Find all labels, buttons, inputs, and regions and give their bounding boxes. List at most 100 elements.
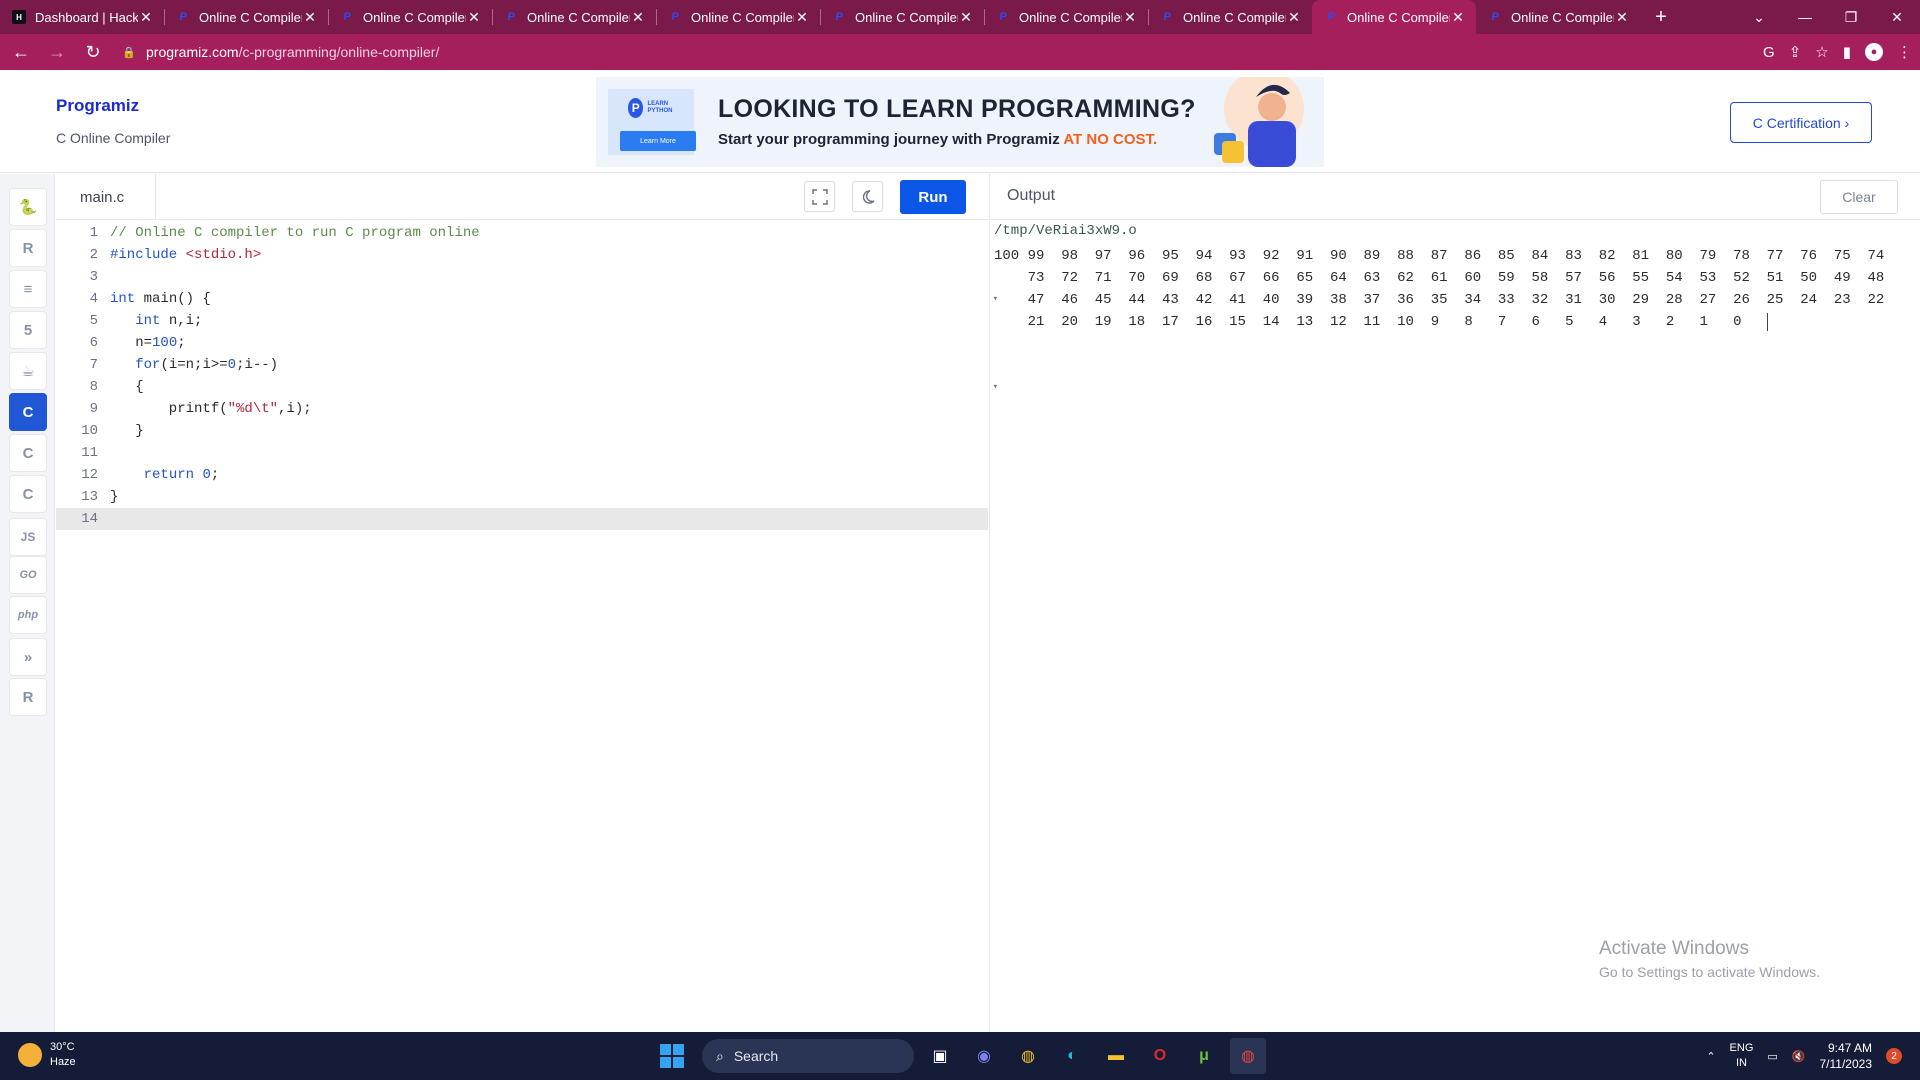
speaker-muted-icon[interactable]: 🔇	[1792, 1050, 1806, 1063]
network-icon[interactable]: ▭	[1767, 1050, 1777, 1063]
browser-tab[interactable]: P Online C Compiler ✕	[656, 0, 820, 34]
language-javascript-icon[interactable]: JS	[9, 518, 47, 556]
forward-button[interactable]: →	[42, 42, 72, 63]
output-value: 17	[1161, 314, 1179, 330]
tab-close-icon[interactable]: ✕	[1122, 9, 1138, 26]
language-csharp-icon[interactable]: C	[9, 475, 47, 513]
language-sql-icon[interactable]: ≡	[9, 270, 47, 308]
code-line[interactable]: 14	[56, 508, 988, 530]
restore-button[interactable]: ❐	[1828, 9, 1874, 26]
language-html-icon[interactable]: 5	[9, 311, 47, 349]
clear-button[interactable]: Clear	[1820, 180, 1898, 214]
browser-tab-title: Online C Compiler	[199, 9, 302, 25]
browser-tab[interactable]: P Online C Compiler ✕	[328, 0, 492, 34]
tray-overflow-chevron-icon[interactable]: ⌃	[1706, 1050, 1715, 1063]
address-bar[interactable]: 🔒 programiz.com/c-programming/online-com…	[122, 38, 1682, 66]
language-php-icon[interactable]: php	[9, 596, 47, 634]
taskbar-search[interactable]: ⌕ Search	[702, 1039, 914, 1073]
dark-mode-button[interactable]	[852, 181, 883, 212]
code-line[interactable]: 9 printf("%d\t",i);	[56, 398, 988, 420]
utorrent-icon[interactable]: μ	[1186, 1038, 1222, 1074]
language-swift-icon[interactable]: »	[9, 638, 47, 676]
tab-close-icon[interactable]: ✕	[466, 9, 482, 26]
output-value: 91	[1296, 248, 1314, 264]
language-rust-icon[interactable]: R	[9, 678, 47, 716]
tab-close-icon[interactable]: ✕	[630, 9, 646, 26]
browser-tab[interactable]: P Online C Compiler ✕	[1312, 0, 1476, 34]
ad-banner[interactable]: P LEARN PYTHON Learn More LOOKING TO LEA…	[596, 77, 1324, 167]
share-icon[interactable]: ⇪	[1789, 43, 1802, 61]
minimize-button[interactable]: —	[1782, 9, 1828, 25]
tab-search-icon[interactable]: ⌄	[1736, 9, 1782, 26]
code-line[interactable]: 5 int n,i;	[56, 310, 988, 332]
tab-close-icon[interactable]: ✕	[1286, 9, 1302, 26]
code-line[interactable]: 6 n=100;	[56, 332, 988, 354]
watermark-subtitle: Go to Settings to activate Windows.	[1599, 964, 1820, 980]
weather-widget[interactable]: 30°C Haze	[18, 1040, 76, 1070]
output-value: 89	[1363, 248, 1381, 264]
browser-toolbar: ← → ↻ 🔒 programiz.com/c-programming/onli…	[0, 34, 1920, 70]
programiz-logo[interactable]: Programiz	[56, 96, 139, 116]
language-python-icon[interactable]: 🐍	[9, 188, 47, 226]
tab-close-icon[interactable]: ✕	[302, 9, 318, 26]
code-line[interactable]: 13}	[56, 486, 988, 508]
side-panel-icon[interactable]: ▮	[1843, 43, 1851, 61]
learn-more-button[interactable]: Learn More	[620, 131, 696, 151]
language-r-icon[interactable]: R	[9, 229, 47, 267]
browser-tab[interactable]: P Online C Compiler ✕	[1476, 0, 1640, 34]
chrome-icon[interactable]: ◍	[1010, 1038, 1046, 1074]
language-cpp-icon[interactable]: C	[9, 434, 47, 472]
output-value: 52	[1733, 270, 1750, 286]
line-number: 9	[89, 401, 98, 417]
code-line[interactable]: 4 ▾ int main() {	[56, 288, 998, 310]
opera-icon[interactable]: O	[1142, 1038, 1178, 1074]
file-tab-main-c[interactable]: main.c	[56, 174, 156, 220]
new-tab-button[interactable]: +	[1646, 6, 1676, 29]
taskbar-clock[interactable]: 9:47 AM 7/11/2023	[1820, 1040, 1873, 1072]
tab-close-icon[interactable]: ✕	[138, 9, 154, 26]
c-certification-button[interactable]: C Certification ›	[1730, 102, 1872, 143]
fullscreen-button[interactable]	[804, 181, 835, 212]
browser-tab[interactable]: H Dashboard | HackerRank✕	[0, 0, 164, 34]
task-view-icon[interactable]: ▣	[922, 1038, 958, 1074]
code-line[interactable]: 10 }	[56, 420, 988, 442]
back-button[interactable]: ←	[6, 42, 36, 63]
language-go-icon[interactable]: GO	[9, 556, 47, 594]
teams-chat-icon[interactable]: ◉	[966, 1038, 1002, 1074]
profile-avatar[interactable]: ●	[1865, 43, 1883, 61]
code-line[interactable]: 11	[56, 442, 988, 464]
chrome-profile-icon[interactable]: ◍	[1230, 1038, 1266, 1074]
browser-tab[interactable]: P Online C Compiler ✕	[1148, 0, 1312, 34]
reload-button[interactable]: ↻	[78, 42, 108, 63]
browser-menu-icon[interactable]: ⋮	[1897, 43, 1912, 61]
tab-close-icon[interactable]: ✕	[1614, 9, 1630, 26]
start-button[interactable]	[660, 1044, 684, 1068]
notification-badge[interactable]: 2	[1886, 1048, 1902, 1064]
language-c-icon[interactable]: C	[9, 393, 47, 431]
code-line[interactable]: 2 #include <stdio.h>	[56, 244, 988, 266]
code-line[interactable]: 3	[56, 266, 988, 288]
language-java-icon[interactable]: ☕	[9, 352, 47, 390]
edge-icon[interactable]: ◐	[1054, 1038, 1090, 1074]
google-icon[interactable]: G	[1763, 44, 1775, 61]
bookmark-star-icon[interactable]: ☆	[1815, 43, 1828, 61]
close-window-button[interactable]: ✕	[1874, 9, 1920, 26]
code-line[interactable]: 12 return 0;	[56, 464, 988, 486]
file-explorer-icon[interactable]: ▬	[1098, 1038, 1134, 1074]
tab-close-icon[interactable]: ✕	[1450, 9, 1466, 26]
code-editor[interactable]: 1 // Online C compiler to run C program o…	[56, 221, 998, 1032]
code-line[interactable]: 1 // Online C compiler to run C program o…	[56, 222, 988, 244]
code-line[interactable]: 7 for(i=n;i>=0;i--)	[56, 354, 988, 376]
output-console[interactable]: /tmp/VeRiai3xW9.o 100 99 98 97 96 95 94 93 92 91 9…	[989, 221, 1920, 1032]
clock-time: 9:47 AM	[1827, 1041, 1872, 1055]
code-line[interactable]: 8 ▾ {	[56, 376, 998, 398]
browser-tab[interactable]: P Online C Compiler ✕	[820, 0, 984, 34]
output-line: 21 20 19 18 17 16 15 14 13 12 11 10 9 8 7 6 5 4 3 2 1 0	[994, 311, 1767, 333]
run-button[interactable]: Run	[900, 180, 966, 214]
browser-tab[interactable]: P Online C Compiler ✕	[492, 0, 656, 34]
tab-close-icon[interactable]: ✕	[958, 9, 974, 26]
input-language[interactable]: ENG IN	[1730, 1041, 1754, 1071]
tab-close-icon[interactable]: ✕	[794, 9, 810, 26]
browser-tab[interactable]: P Online C Compiler ✕	[984, 0, 1148, 34]
browser-tab[interactable]: P Online C Compiler ✕	[164, 0, 328, 34]
